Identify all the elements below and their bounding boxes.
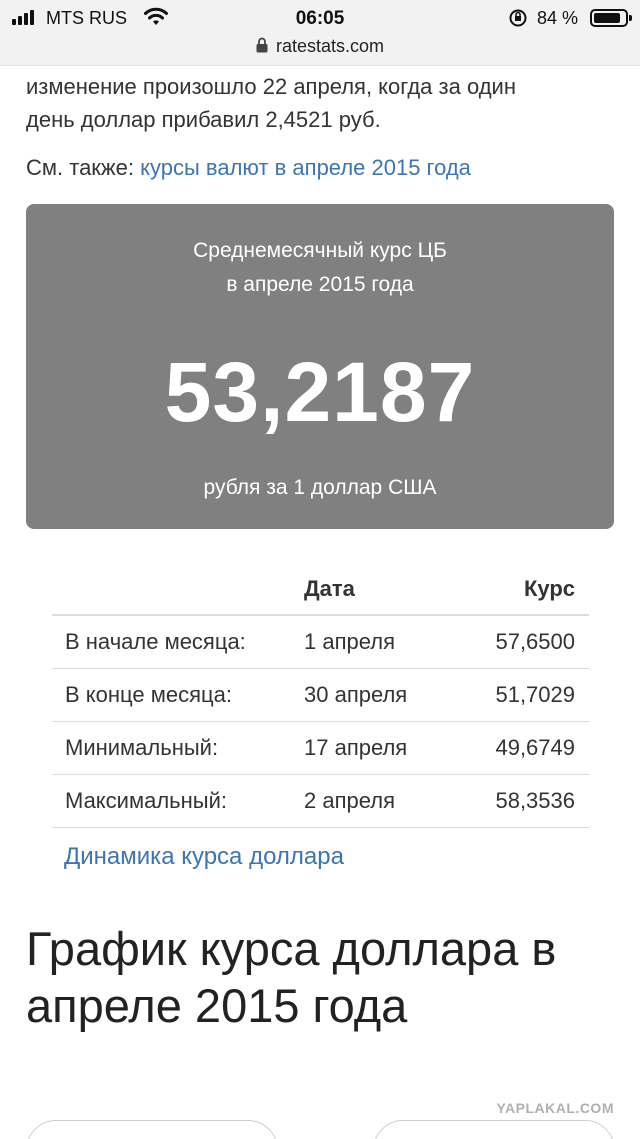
chart-option-button[interactable] — [373, 1120, 615, 1139]
row-date: 1 апреля — [304, 615, 454, 669]
table-row: Максимальный: 2 апреля 58,3536 — [52, 774, 589, 828]
row-date: 17 апреля — [304, 721, 454, 775]
battery-icon — [590, 9, 632, 27]
url-text: ratestats.com — [275, 36, 385, 56]
row-rate: 51,7029 — [453, 668, 589, 722]
orientation-lock-icon — [509, 9, 527, 27]
row-rate: 57,6500 — [453, 615, 589, 669]
lock-icon — [256, 37, 268, 53]
battery-percent: 84 % — [537, 8, 579, 28]
table-header-row: Дата Курс — [52, 563, 589, 616]
intro-line: день доллар прибавил 2,4521 руб. — [26, 107, 381, 132]
row-date: 30 апреля — [304, 668, 454, 722]
card-title-line: в апреле 2015 года — [226, 273, 414, 296]
rates-table: Дата Курс В начале месяца: 1 апреля 57,6… — [52, 563, 589, 828]
row-date: 2 апреля — [304, 774, 454, 828]
row-label: В конце месяца: — [52, 668, 304, 722]
row-label: В начале месяца: — [52, 615, 304, 669]
see-also-link[interactable]: курсы валют в апреле 2015 года — [140, 155, 471, 180]
intro-line: изменение произошло 22 апреля, когда за … — [26, 74, 516, 99]
row-label: Минимальный: — [52, 721, 304, 775]
card-title-line: Среднемесячный курс ЦБ — [193, 239, 447, 262]
row-rate: 49,6749 — [453, 721, 589, 775]
average-rate-value: 53,2187 — [164, 345, 476, 439]
status-bar: MTS RUS 06:05 84 % — [0, 0, 640, 36]
watermark: YAPLAKAL.COM — [496, 1100, 614, 1116]
intro-paragraph: изменение произошло 22 апреля, когда за … — [26, 70, 616, 136]
address-bar[interactable]: ratestats.com — [0, 36, 640, 57]
card-title: Среднемесячный курс ЦБ в апреле 2015 год… — [26, 234, 614, 302]
dollar-dynamics-link[interactable]: Динамика курса доллара — [64, 843, 344, 871]
table-row: В конце месяца: 30 апреля 51,7029 — [52, 668, 589, 722]
row-rate: 58,3536 — [453, 774, 589, 828]
average-rate-card: Среднемесячный курс ЦБ в апреле 2015 год… — [26, 204, 614, 529]
card-subtitle: рубля за 1 доллар США — [203, 476, 437, 499]
chart-option-button[interactable] — [26, 1120, 278, 1139]
row-label: Максимальный: — [52, 774, 304, 828]
chart-section-heading: График курса доллара в апреле 2015 года — [26, 922, 557, 1032]
table-row: В начале месяца: 1 апреля 57,6500 — [52, 615, 589, 669]
column-header-date: Дата — [304, 563, 454, 616]
table-row: Минимальный: 17 апреля 49,6749 — [52, 721, 589, 775]
see-also-label: См. также: — [26, 155, 134, 180]
see-also: См. также: курсы валют в апреле 2015 год… — [26, 155, 471, 181]
column-header — [52, 563, 304, 616]
column-header-rate: Курс — [453, 563, 589, 616]
browser-top-bar: MTS RUS 06:05 84 % ratestats.com — [0, 0, 640, 66]
